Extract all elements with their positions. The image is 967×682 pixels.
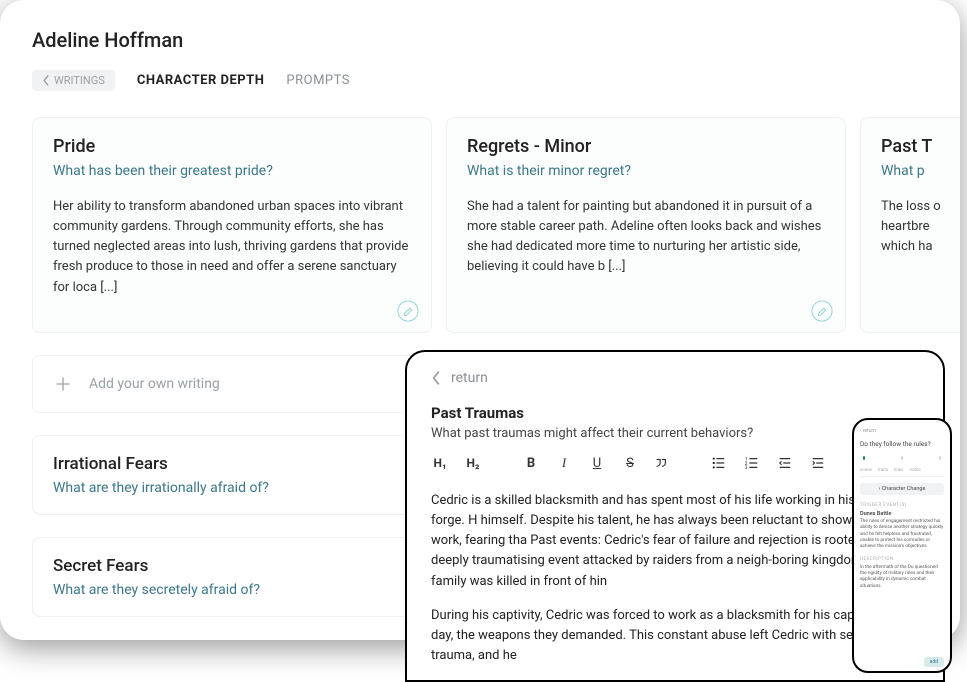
- step-dot[interactable]: [901, 456, 903, 460]
- card-prompt: What is their minor regret?: [467, 163, 825, 179]
- phone-return[interactable]: ‹ return: [860, 428, 944, 434]
- list-ul-button[interactable]: [712, 456, 730, 470]
- editor-return-button[interactable]: return: [431, 370, 919, 386]
- indent-button[interactable]: [811, 456, 829, 470]
- phone-add-button[interactable]: add: [924, 657, 944, 667]
- plus-icon: [55, 376, 71, 392]
- return-label: return: [451, 370, 488, 386]
- editor-toolbar: H₁ H₂ B I U S 123: [431, 455, 919, 471]
- editor-paragraph: Cedric is a skilled blacksmith and has s…: [431, 491, 919, 592]
- phone-question: Do they follow the rules?: [860, 440, 944, 448]
- phone-stepper: [863, 456, 941, 460]
- phone-desc-label: DESCRIPTION: [860, 557, 944, 562]
- back-label: WRITINGS: [54, 74, 105, 87]
- h1-button[interactable]: H₁: [431, 456, 449, 470]
- card-title: Regrets - Minor: [467, 136, 825, 157]
- italic-button[interactable]: I: [555, 455, 573, 471]
- list-ol-button[interactable]: 123: [745, 456, 763, 470]
- editor-paragraph: During his captivity, Cedric was forced …: [431, 606, 919, 666]
- phone-tabs: scene traits links notes: [860, 468, 944, 477]
- phone-section-label: TRIGGER EVENT(S): [860, 503, 944, 508]
- chevron-left-icon: [431, 371, 441, 385]
- card-title: Past T: [881, 136, 960, 157]
- phone-tab[interactable]: scene: [860, 468, 872, 473]
- add-label: Add your own writing: [89, 376, 220, 392]
- page-title: Adeline Hoffman: [32, 28, 960, 52]
- edit-icon[interactable]: [397, 300, 419, 322]
- editor-sub: What past traumas might affect their cur…: [431, 426, 919, 441]
- cards-row: Pride What has been their greatest pride…: [32, 117, 960, 333]
- editor-title: Past Traumas: [431, 404, 919, 422]
- svg-text:3: 3: [745, 466, 748, 470]
- card-title: Pride: [53, 136, 411, 157]
- tab-prompts[interactable]: PROMPTS: [286, 73, 350, 88]
- card-prompt: What has been their greatest pride?: [53, 163, 411, 179]
- tabs-bar: WRITINGS CHARACTER DEPTH PROMPTS: [32, 70, 960, 91]
- step-dot[interactable]: [863, 456, 865, 460]
- card-body: Her ability to transform abandoned urban…: [53, 197, 411, 298]
- bold-button[interactable]: B: [522, 456, 540, 471]
- card-body: She had a talent for painting but abando…: [467, 197, 825, 278]
- phone-tab[interactable]: links: [894, 468, 903, 473]
- back-writings-button[interactable]: WRITINGS: [32, 70, 115, 91]
- step-dot[interactable]: [939, 456, 941, 460]
- phone-desc-body: In the aftermath of the Du​ questioned t…: [860, 565, 944, 590]
- phone-preview: ‹ return Do they follow the rules? scene…: [852, 418, 952, 673]
- chevron-left-icon: [42, 75, 50, 86]
- h2-button[interactable]: H₂: [464, 456, 482, 470]
- tab-character-depth[interactable]: CHARACTER DEPTH: [137, 73, 265, 88]
- card-pride[interactable]: Pride What has been their greatest pride…: [32, 117, 432, 333]
- phone-item-body: The rules of engagement restricted his a…: [860, 519, 944, 551]
- editor-body[interactable]: Cedric is a skilled blacksmith and has s…: [431, 491, 919, 682]
- phone-tab[interactable]: traits: [878, 468, 888, 473]
- outdent-button[interactable]: [778, 456, 796, 470]
- card-past-traumas-peek[interactable]: Past T What p The loss o heartbre which …: [860, 117, 960, 333]
- card-prompt: What p: [881, 163, 960, 179]
- card-regrets[interactable]: Regrets - Minor What is their minor regr…: [446, 117, 846, 333]
- quote-button[interactable]: [654, 456, 672, 470]
- phone-tab[interactable]: notes: [909, 468, 920, 473]
- phone-character-change-pill[interactable]: › Character Change: [860, 483, 944, 495]
- edit-icon[interactable]: [811, 300, 833, 322]
- card-body: The loss o heartbre which ha: [881, 197, 960, 257]
- underline-button[interactable]: U: [588, 456, 606, 471]
- phone-item-title: Dunes Battle: [860, 511, 944, 517]
- strike-button[interactable]: S: [621, 456, 639, 471]
